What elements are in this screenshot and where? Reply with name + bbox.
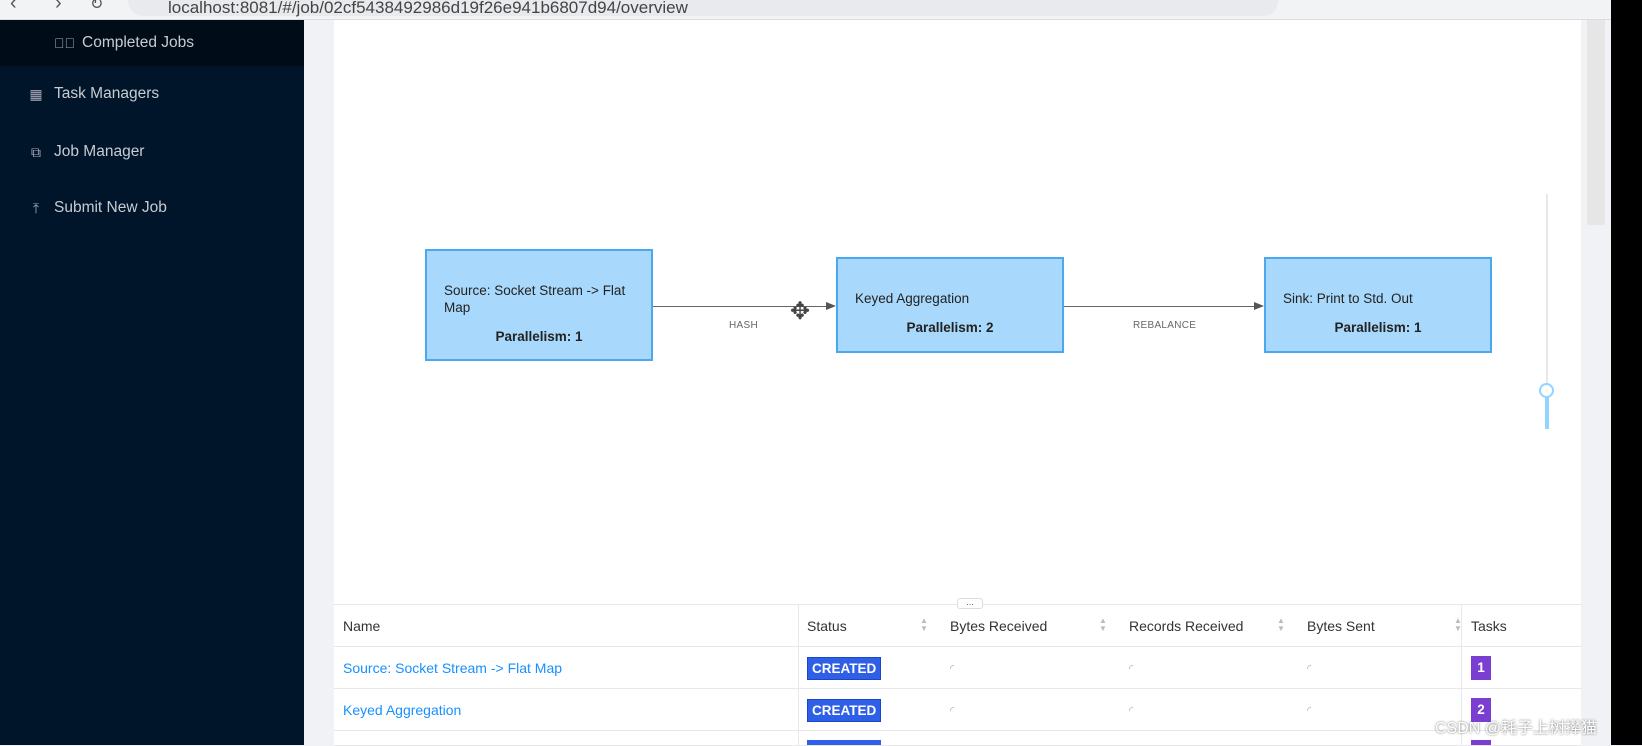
node-parallelism: Parallelism: 1: [495, 329, 583, 344]
graph-node-sink[interactable]: Sink: Print to Std. Out Parallelism: 1: [1264, 257, 1492, 353]
vertex-name-link[interactable]: Source: Socket Stream -> Flat Map: [343, 647, 562, 689]
arrowhead-icon: [826, 302, 836, 310]
screen-edge: [1611, 0, 1642, 745]
scrollbar-thumb[interactable]: [1587, 20, 1605, 225]
sort-icon[interactable]: ▲ ▼: [1099, 617, 1107, 633]
table-header: Name Status ▲ ▼ Bytes Received ▲ ▼ Records…: [334, 605, 1581, 647]
sidebar-item-label: Completed Jobs: [82, 34, 195, 51]
status-badge: [807, 740, 881, 745]
loading-spinner-icon: ◜: [1307, 704, 1312, 717]
zoom-slider-fill: [1545, 396, 1549, 429]
loading-spinner-icon: ◜: [1129, 662, 1134, 675]
sort-icon[interactable]: ▲ ▼: [1277, 617, 1285, 633]
move-cursor-icon: ✥: [790, 298, 811, 325]
vertex-table: ... Name Status ▲ ▼ Bytes Received ▲ ▼ Rec…: [334, 598, 1581, 746]
calendar-icon: ▦: [29, 85, 43, 102]
sort-icon[interactable]: ▲ ▼: [920, 617, 928, 633]
node-parallelism: Parallelism: 1: [1334, 320, 1422, 335]
back-icon[interactable]: ‹: [10, 0, 17, 15]
url-text: localhost:8081/#/job/02cf5438492986d19f2…: [168, 0, 688, 17]
table-row[interactable]: Keyed Aggregation CREATED ◜ ◜ ◜ 2: [334, 689, 1581, 731]
graph-node-source[interactable]: Source: Socket Stream -> Flat Map Parall…: [425, 249, 653, 361]
check-circle-icon: ✓⃝: [54, 35, 75, 51]
reload-icon[interactable]: ↻: [90, 0, 103, 14]
browser-toolbar: ‹ › ↻ localhost:8081/#/job/02cf543849298…: [0, 0, 1642, 20]
status-badge: CREATED: [807, 698, 882, 722]
header-records-received[interactable]: Records Received: [1129, 605, 1243, 647]
table-row-partial[interactable]: [334, 731, 1581, 746]
sidebar-item-label: Submit New Job: [54, 199, 167, 216]
edge-rebalance: [1064, 306, 1254, 307]
forward-icon[interactable]: ›: [55, 0, 62, 15]
loading-spinner-icon: ◜: [950, 704, 955, 717]
task-count-badge: 1: [1471, 656, 1491, 680]
node-parallelism: Parallelism: 2: [906, 320, 994, 335]
header-name: Name: [343, 618, 381, 634]
loading-spinner-icon: ◜: [950, 662, 955, 675]
content-gutter: [304, 20, 334, 745]
task-count-badge: [1471, 740, 1491, 745]
loading-spinner-icon: ◜: [1129, 704, 1134, 717]
edge-label-rebalance: REBALANCE: [1133, 320, 1197, 331]
cluster-icon: ⧉: [31, 143, 41, 160]
sidebar-item-completed-jobs[interactable]: ✓⃝ Completed Jobs: [54, 26, 194, 60]
watermark: CSDN @耗子上树撵猫: [1435, 720, 1598, 737]
status-badge: CREATED: [807, 656, 882, 680]
node-name: Keyed Aggregation: [855, 291, 970, 306]
sidebar-item-label: Job Manager: [54, 143, 145, 160]
upload-icon: ⤒: [32, 199, 40, 216]
address-bar[interactable]: localhost:8081/#/job/02cf5438492986d19f2…: [128, 0, 1278, 17]
header-bytes-received[interactable]: Bytes Received: [950, 605, 1047, 647]
sort-icon[interactable]: ▲ ▼: [1454, 617, 1462, 633]
sidebar-item-submit-new-job[interactable]: ⤒ Submit New Job: [26, 191, 167, 225]
arrowhead-icon: [1254, 302, 1264, 310]
sidebar-item-label: Task Managers: [54, 85, 160, 102]
sidebar: ✓⃝ Completed Jobs ▦ Task Managers ⧉ Job Man…: [0, 20, 304, 745]
vertex-name-link[interactable]: Keyed Aggregation: [343, 689, 461, 731]
graph-node-keyed-aggregation[interactable]: Keyed Aggregation Parallelism: 2: [836, 257, 1064, 353]
header-status[interactable]: Status: [807, 605, 847, 647]
header-tasks: Tasks: [1471, 618, 1507, 634]
sidebar-item-task-managers[interactable]: ▦ Task Managers: [26, 77, 159, 111]
node-name: Sink: Print to Std. Out: [1283, 291, 1413, 306]
loading-spinner-icon: ◜: [1307, 662, 1312, 675]
edge-label-hash: HASH: [729, 320, 758, 331]
zoom-slider-handle[interactable]: [1539, 383, 1554, 398]
table-row[interactable]: Source: Socket Stream -> Flat Map CREATE…: [334, 647, 1581, 689]
sidebar-item-job-manager[interactable]: ⧉ Job Manager: [26, 135, 144, 169]
header-bytes-sent[interactable]: Bytes Sent: [1307, 605, 1375, 647]
page-scrollbar-area: [1581, 20, 1611, 745]
node-name: Source: Socket Stream -> Flat Map: [444, 283, 626, 315]
